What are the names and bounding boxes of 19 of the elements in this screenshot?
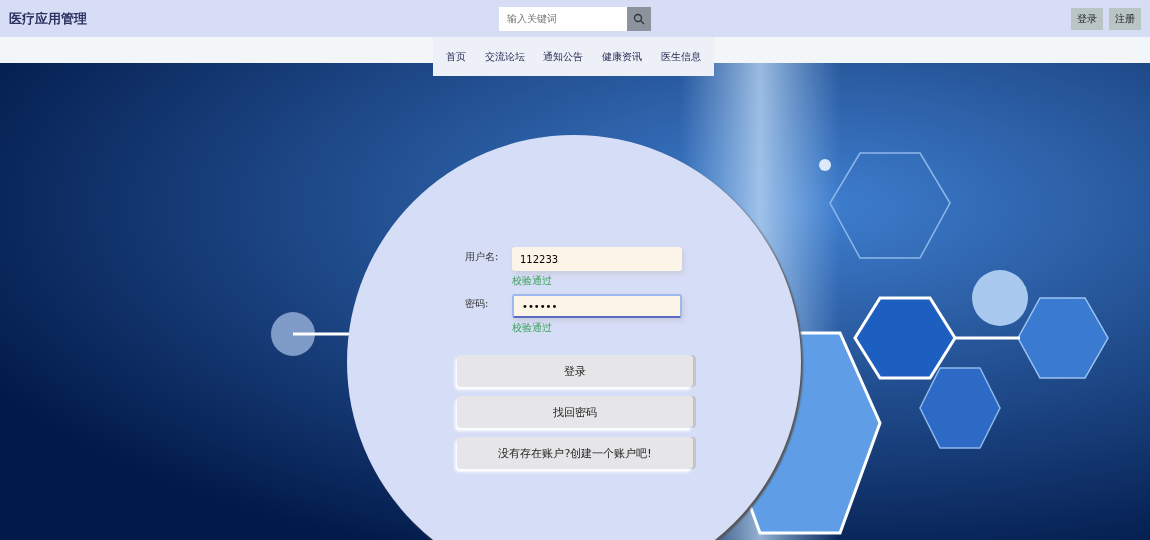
field-label: 密码: — [465, 297, 490, 311]
header-button[interactable]: 登录 — [1071, 7, 1103, 30]
nav-link[interactable]: 医生信息 — [660, 49, 701, 64]
nav-link[interactable]: 交流论坛 — [484, 49, 525, 64]
header-button[interactable]: 注册 — [1109, 7, 1141, 30]
nav-link[interactable]: 健康资讯 — [602, 49, 643, 64]
form-button[interactable]: 找回密码 — [457, 396, 693, 428]
validation-message: 校验通过 — [512, 321, 553, 335]
form-button[interactable]: 登录 — [457, 355, 693, 387]
site-title: 医疗应用管理 — [9, 9, 88, 28]
input-field[interactable]: 112233 — [512, 247, 682, 271]
validation-message: 校验通过 — [512, 274, 553, 288]
form-button[interactable]: 没有存在账户?创建一个账户吧! — [457, 437, 693, 469]
search-icon[interactable] — [627, 6, 651, 31]
search-field[interactable]: 输入关键词 — [499, 6, 627, 31]
nav-link[interactable]: 首页 — [446, 49, 467, 64]
nav-link[interactable]: 通知公告 — [543, 49, 584, 64]
field-label: 用户名: — [465, 250, 500, 264]
input-field[interactable]: •••••• — [512, 294, 682, 318]
